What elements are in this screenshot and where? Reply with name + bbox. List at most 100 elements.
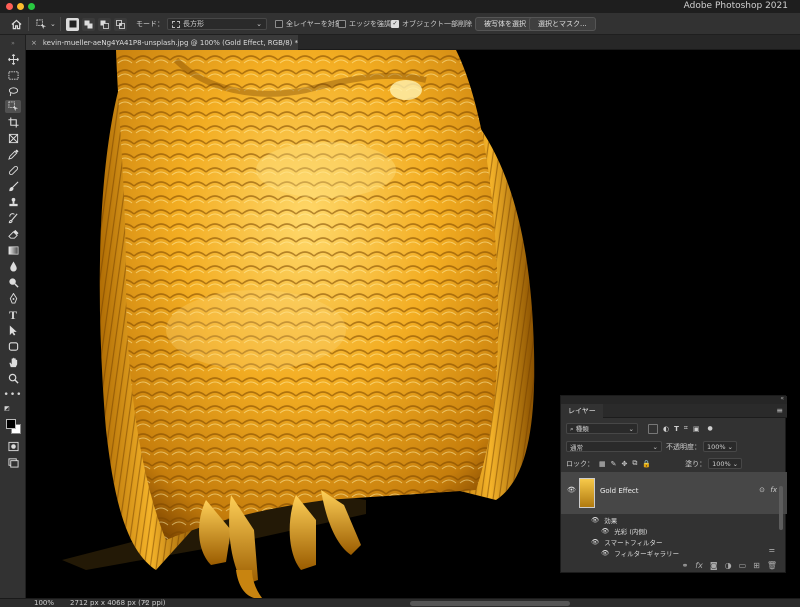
lock-position-icon[interactable]: ✥	[622, 460, 628, 468]
filter-kind-dropdown[interactable]: ⌕ 種類 ⌄	[566, 423, 638, 434]
visibility-eye-icon[interactable]: 👁	[591, 516, 599, 524]
lasso-tool-icon[interactable]	[5, 85, 21, 98]
zoom-window-button[interactable]	[28, 3, 35, 10]
stamp-tool-icon[interactable]	[5, 196, 21, 209]
close-icon[interactable]: ×	[31, 39, 37, 47]
new-selection-button[interactable]	[66, 17, 79, 31]
effects-row[interactable]: 👁 効果	[591, 515, 617, 525]
tab-layers[interactable]: レイヤー	[561, 404, 603, 418]
screen-mode-icon[interactable]	[5, 456, 21, 469]
visibility-eye-icon[interactable]: 👁	[591, 538, 599, 546]
collapse-panel-icon[interactable]: «	[780, 395, 784, 402]
checkbox-icon	[275, 20, 283, 28]
eyedropper-tool-icon[interactable]	[5, 148, 21, 161]
lock-transparent-icon[interactable]: ▦	[599, 460, 606, 468]
lock-row: ロック： ▦ ✎ ✥ ⧉ 🔒 塗り： 100% ⌄	[561, 458, 787, 469]
path-selection-tool-icon[interactable]	[5, 324, 21, 337]
move-tool-icon[interactable]	[5, 53, 21, 66]
dodge-tool-icon[interactable]	[5, 276, 21, 289]
document-tab[interactable]: × kevin-mueller-aeNg4YA41P8-unsplash.jpg…	[26, 35, 298, 50]
smart-object-filter-icon[interactable]: ▣	[693, 425, 700, 433]
sample-all-layers-checkbox[interactable]: 全レイヤーを対象	[275, 17, 342, 31]
filter-toggle-icon[interactable]: ●	[707, 425, 712, 432]
type-filter-icon[interactable]: T	[674, 425, 679, 433]
checkmark-icon: ✓	[391, 20, 399, 28]
mode-dropdown[interactable]: 長方形 ⌄	[167, 18, 267, 30]
marquee-tool-icon[interactable]	[5, 69, 21, 82]
close-window-button[interactable]	[6, 3, 13, 10]
delete-layer-icon[interactable]: 🗑	[767, 561, 777, 570]
eraser-tool-icon[interactable]	[5, 228, 21, 241]
tool-preset-picker[interactable]: ⌄	[35, 17, 56, 31]
layer-name[interactable]: Gold Effect	[600, 487, 638, 495]
subtract-from-selection-button[interactable]	[98, 17, 111, 31]
select-and-mask-button[interactable]: 選択とマスク...	[529, 17, 596, 31]
history-brush-tool-icon[interactable]	[5, 212, 21, 225]
layer-row-gold-effect[interactable]: 👁 Gold Effect ⊙ fx ⌃	[561, 472, 787, 514]
object-subtract-checkbox[interactable]: ✓ オブジェクト一部削除	[391, 17, 472, 31]
inner-glow-label: 光彩 (内側)	[614, 528, 648, 536]
object-select-icon	[35, 18, 48, 31]
home-button[interactable]	[10, 17, 23, 31]
new-group-icon[interactable]: ▭	[739, 561, 747, 570]
zoom-level[interactable]: 100%	[34, 599, 54, 607]
enhance-edge-checkbox[interactable]: エッジを強調	[338, 17, 391, 31]
filter-options-icon[interactable]: ⚌	[769, 546, 775, 554]
more-tools-icon[interactable]: •••	[4, 389, 22, 402]
search-icon: ⌕	[570, 425, 574, 433]
hand-tool-icon[interactable]	[5, 356, 21, 369]
quick-mask-icon[interactable]	[5, 440, 21, 453]
checkbox-icon	[338, 20, 346, 28]
blend-mode-dropdown[interactable]: 通常 ⌄	[566, 441, 662, 452]
lock-label: ロック：	[566, 459, 594, 468]
layers-scrollbar[interactable]	[779, 486, 783, 530]
rectangle-tool-icon[interactable]	[5, 340, 21, 353]
visibility-eye-icon[interactable]: 👁	[601, 527, 609, 535]
inner-glow-row[interactable]: 👁 光彩 (内側)	[601, 526, 647, 536]
add-to-selection-button[interactable]	[82, 17, 95, 31]
add-style-icon[interactable]: fx	[695, 561, 703, 570]
fill-field[interactable]: 100% ⌄	[708, 458, 743, 469]
pixel-filter-icon[interactable]	[648, 423, 658, 434]
gradient-tool-icon[interactable]	[5, 244, 21, 257]
horizontal-scrollbar[interactable]	[410, 601, 570, 606]
opacity-field[interactable]: 100% ⌄	[703, 441, 737, 452]
fill-value: 100%	[712, 459, 731, 468]
layers-footer: ⚭ fx ◙ ◑ ▭ ⊞ 🗑	[561, 556, 787, 574]
foreground-color-swatch[interactable]	[6, 419, 16, 429]
enhance-edge-label: エッジを強調	[349, 20, 391, 28]
status-menu-arrow[interactable]: >	[142, 598, 148, 606]
pen-tool-icon[interactable]	[5, 292, 21, 305]
blur-tool-icon[interactable]	[5, 260, 21, 273]
new-adjustment-icon[interactable]: ◑	[725, 561, 732, 570]
mode-value: 長方形	[183, 20, 204, 28]
layer-thumbnail	[579, 478, 595, 508]
type-tool-icon[interactable]: T	[5, 308, 21, 321]
panel-menu-icon[interactable]: ≡	[776, 406, 783, 415]
new-layer-icon[interactable]: ⊞	[753, 561, 760, 570]
rectangle-icon	[172, 20, 180, 28]
smart-filters-row[interactable]: 👁 スマートフィルター	[591, 537, 662, 547]
link-layers-icon[interactable]: ⚭	[682, 561, 689, 570]
add-mask-icon[interactable]: ◙	[710, 561, 718, 570]
frame-tool-icon[interactable]	[5, 132, 21, 145]
object-selection-tool-icon[interactable]	[5, 100, 21, 113]
collapse-toolbar-icon[interactable]: »	[5, 37, 21, 50]
effects-label: 効果	[604, 517, 618, 525]
lock-all-icon[interactable]: 🔒	[642, 460, 651, 468]
minimize-window-button[interactable]	[17, 3, 24, 10]
lock-artboard-icon[interactable]: ⧉	[632, 459, 637, 468]
healing-brush-tool-icon[interactable]	[5, 164, 21, 177]
select-subject-button[interactable]: 被写体を選択	[475, 17, 535, 31]
intersect-selection-button[interactable]	[114, 17, 127, 31]
zoom-tool-icon[interactable]	[5, 372, 21, 385]
default-colors-icon[interactable]: ◩	[3, 405, 11, 413]
fx-badge[interactable]: fx	[770, 486, 777, 494]
brush-tool-icon[interactable]	[5, 180, 21, 193]
shape-filter-icon[interactable]: ⌗	[684, 424, 688, 433]
visibility-eye-icon[interactable]: 👁	[567, 486, 576, 494]
chevron-down-icon: ⌄	[628, 424, 634, 433]
lock-pixels-icon[interactable]: ✎	[611, 460, 617, 468]
adjustment-filter-icon[interactable]: ◐	[663, 425, 669, 433]
crop-tool-icon[interactable]	[5, 116, 21, 129]
